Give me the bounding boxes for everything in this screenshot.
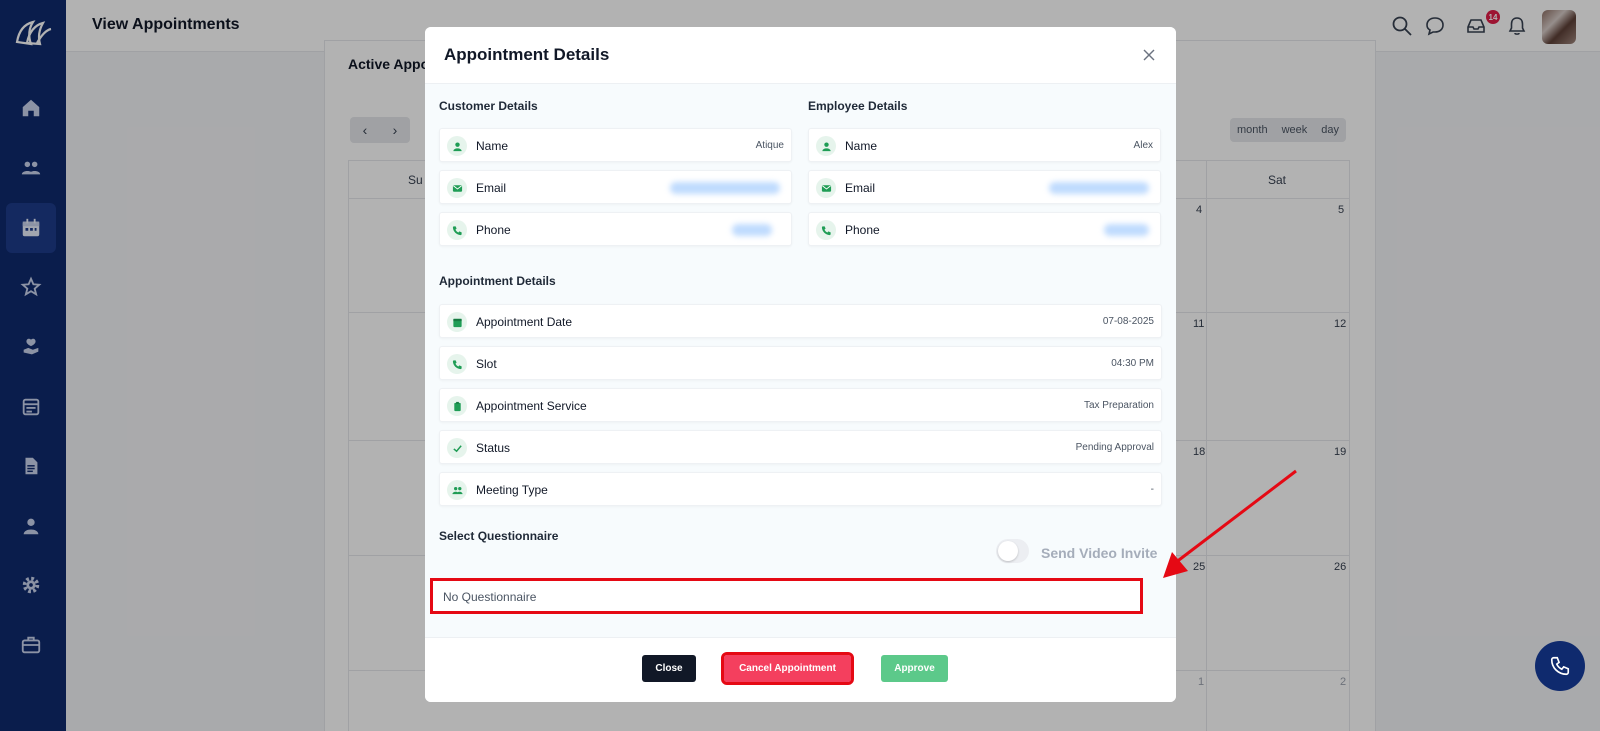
row-label: Phone <box>476 223 511 237</box>
row-label: Meeting Type <box>476 483 548 497</box>
row-label: Appointment Date <box>476 315 573 329</box>
employee-name-row: Name Alex <box>808 128 1161 162</box>
calendar-icon <box>447 312 467 332</box>
employee-email-row: Email <box>808 170 1161 204</box>
meeting-type-value: - <box>1150 484 1154 495</box>
redacted-email <box>670 182 780 194</box>
status-value: Pending Approval <box>1075 442 1154 453</box>
envelope-icon <box>447 178 467 198</box>
customer-name-row: Name Atique <box>439 128 792 162</box>
row-label: Status <box>476 441 511 455</box>
customer-details-heading: Customer Details <box>439 99 538 113</box>
redacted-email <box>1049 182 1149 194</box>
phone-icon <box>816 220 836 240</box>
employee-details-heading: Employee Details <box>808 99 908 113</box>
modal-footer: Close Cancel Appointment Approve <box>425 637 1176 702</box>
toggle-knob <box>998 541 1018 561</box>
appointment-details-heading: Appointment Details <box>439 274 556 288</box>
clipboard-icon <box>447 396 467 416</box>
row-label: Email <box>476 181 507 195</box>
user-icon <box>447 136 467 156</box>
envelope-icon <box>816 178 836 198</box>
appointment-date-value: 07-08-2025 <box>1102 316 1154 327</box>
appointment-date-row: Appointment Date 07-08-2025 <box>439 304 1162 338</box>
modal-header: Appointment Details <box>425 27 1176 84</box>
users-icon <box>447 480 467 500</box>
customer-email-row: Email <box>439 170 792 204</box>
row-label: Email <box>845 181 876 195</box>
customer-phone-row: Phone <box>439 212 792 246</box>
user-icon <box>816 136 836 156</box>
video-invite-label: Send Video Invite <box>1041 545 1158 561</box>
service-row: Appointment Service Tax Preparation <box>439 388 1162 422</box>
slot-row: Slot 04:30 PM <box>439 346 1162 380</box>
approve-button[interactable]: Approve <box>881 655 948 682</box>
close-icon[interactable] <box>1141 47 1157 63</box>
service-value: Tax Preparation <box>1083 400 1154 411</box>
questionnaire-selected-value: No Questionnaire <box>443 590 537 604</box>
customer-name-value: Atique <box>755 140 784 151</box>
redacted-phone <box>732 224 772 236</box>
row-label: Name <box>845 139 878 153</box>
questionnaire-label: Select Questionnaire <box>439 529 559 543</box>
row-label: Name <box>476 139 509 153</box>
employee-name-value: Alex <box>1133 140 1153 151</box>
check-icon <box>447 438 467 458</box>
close-button[interactable]: Close <box>642 655 696 682</box>
redacted-phone <box>1104 224 1149 236</box>
status-row: Status Pending Approval <box>439 430 1162 464</box>
row-label: Appointment Service <box>476 399 587 413</box>
slot-value: 04:30 PM <box>1111 358 1154 369</box>
modal-title: Appointment Details <box>444 45 610 64</box>
cancel-appointment-button[interactable]: Cancel Appointment <box>721 652 854 685</box>
phone-icon <box>1550 656 1570 676</box>
phone-icon <box>447 354 467 374</box>
questionnaire-select[interactable]: No Questionnaire <box>430 578 1143 614</box>
call-button[interactable] <box>1535 641 1585 691</box>
video-invite-toggle[interactable] <box>996 539 1029 563</box>
meeting-type-row: Meeting Type - <box>439 472 1162 506</box>
phone-icon <box>447 220 467 240</box>
appointment-modal: Appointment Details Customer Details Nam… <box>425 27 1176 702</box>
row-label: Phone <box>845 223 880 237</box>
row-label: Slot <box>476 357 497 371</box>
employee-phone-row: Phone <box>808 212 1161 246</box>
